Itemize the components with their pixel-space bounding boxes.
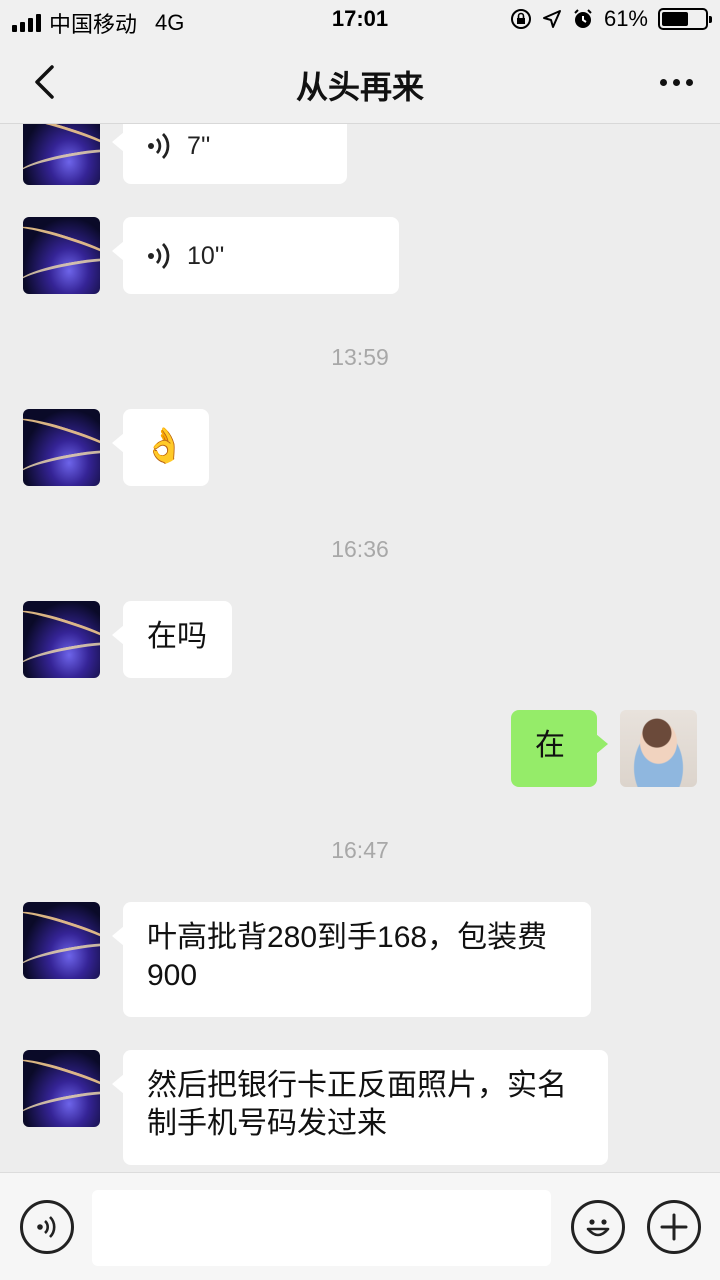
battery-fill	[662, 12, 688, 26]
text-message-self[interactable]: 在	[511, 710, 608, 787]
voice-message[interactable]: 7''	[112, 124, 347, 184]
location-icon	[542, 10, 561, 28]
message-row: 在吗	[0, 601, 720, 678]
status-right: 61%	[510, 6, 712, 32]
voice-message[interactable]: 10''	[112, 217, 399, 294]
message-row: 👌	[0, 409, 720, 486]
timestamp: 13:59	[331, 344, 389, 370]
message-row: 在	[0, 710, 720, 787]
message-row: 7''	[0, 124, 720, 185]
message-row: 10''	[0, 217, 720, 294]
voice-icon	[148, 133, 170, 159]
more-dot	[672, 78, 680, 86]
message-text-line: 然后把银行卡正反面照片，实名	[147, 1069, 567, 1102]
timestamp: 16:47	[331, 837, 389, 863]
message-text-line: 900	[147, 959, 198, 992]
contact-avatar[interactable]	[23, 1050, 100, 1127]
my-avatar[interactable]	[620, 710, 697, 787]
emoji-message[interactable]: 👌	[112, 409, 209, 486]
alarm-icon	[574, 9, 592, 28]
message-text: 在吗	[147, 620, 207, 653]
contact-avatar[interactable]	[23, 124, 100, 185]
input-bar	[0, 1172, 720, 1280]
message-input[interactable]	[92, 1190, 551, 1266]
more-dot	[685, 78, 693, 86]
more-button[interactable]	[654, 64, 698, 100]
message-row: 叶高批背280到手168，包装费 900	[0, 902, 720, 1018]
voice-icon	[148, 242, 170, 269]
text-message[interactable]: 叶高批背280到手168，包装费 900	[112, 902, 591, 1017]
nav-bar: 从头再来	[0, 40, 720, 124]
emoji-button[interactable]	[571, 1200, 625, 1254]
text-message[interactable]: 然后把银行卡正反面照片，实名 制手机号码发过来	[112, 1050, 608, 1165]
message-row: 然后把银行卡正反面照片，实名 制手机号码发过来	[0, 1050, 720, 1166]
contact-avatar[interactable]	[23, 409, 100, 486]
smiley-icon	[586, 1219, 610, 1237]
more-actions-button[interactable]	[647, 1200, 701, 1254]
voice-duration: 7''	[187, 132, 211, 160]
chat-title: 从头再来	[295, 69, 424, 105]
message-text-line: 叶高批背280到手168，包装费	[147, 921, 548, 954]
contact-avatar[interactable]	[23, 217, 100, 294]
voice-input-icon	[37, 1216, 56, 1238]
contact-avatar[interactable]	[23, 902, 100, 979]
contact-avatar[interactable]	[23, 601, 100, 678]
ok-hand-emoji: 👌	[143, 427, 186, 465]
text-message[interactable]: 在吗	[112, 601, 232, 678]
voice-duration: 10''	[187, 241, 225, 270]
voice-input-button[interactable]	[20, 1200, 74, 1254]
battery-icon	[658, 8, 712, 30]
plus-icon	[660, 1213, 688, 1241]
more-dots-icon	[659, 78, 667, 86]
message-text-line: 制手机号码发过来	[147, 1107, 387, 1140]
message-text: 在	[535, 729, 565, 762]
chat-area[interactable]: 7'' 10'' 13:59 👌 16:36 在吗 在 16:47 叶高批背28…	[0, 124, 720, 1172]
battery-percent: 61%	[603, 6, 648, 31]
status-bar: 中国移动 4G 17:01 61%	[0, 0, 720, 40]
rotation-lock-icon	[510, 9, 531, 29]
timestamp: 16:36	[331, 536, 389, 562]
